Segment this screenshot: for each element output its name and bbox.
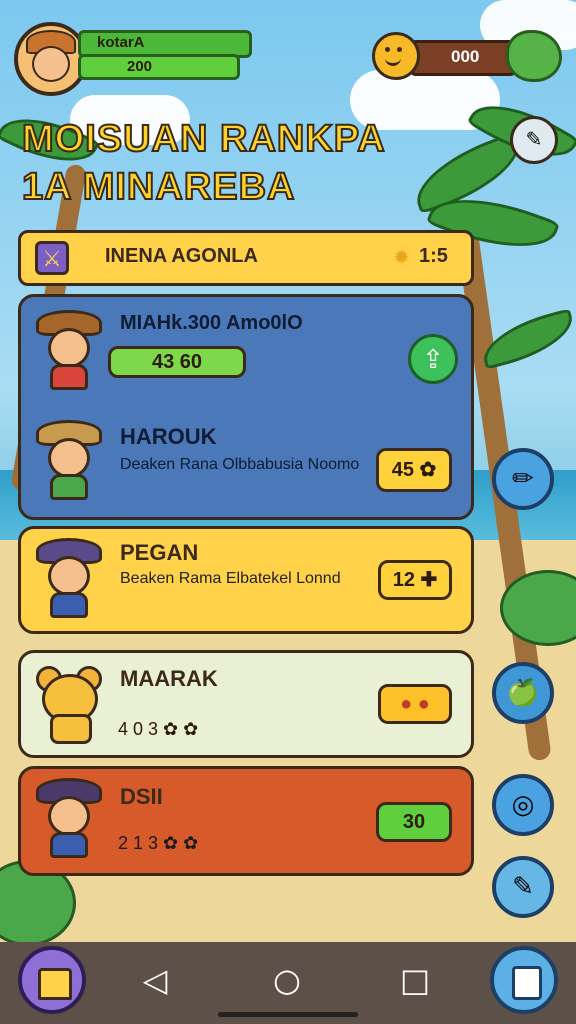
bear-avatar [36,666,102,744]
nav-recent-button[interactable]: □ [390,960,440,1000]
entry-name: DSII [120,784,163,809]
entry-stats: 4 0 3 ✿ ✿ [118,719,199,739]
score-badge[interactable]: 12 ✚ [378,560,452,600]
calculator-icon[interactable] [490,946,558,1014]
character-avatar [34,538,104,618]
leaderboard-header-label: INENA AGONLA [105,245,258,267]
entry-name: HAROUK [120,424,217,449]
share-icon[interactable]: ⇪ [408,334,458,384]
score-badge[interactable]: 30 [376,802,452,842]
page-title-line2: 1A MINAREBA [21,165,296,209]
player-avatar[interactable] [14,22,88,96]
coin-value: 000 [451,47,480,66]
brush-icon[interactable]: ✏ [492,448,554,510]
green-gem-icon[interactable] [506,30,562,82]
coin-counter: 000 [408,40,518,76]
player-name: kotarA [97,34,145,51]
xp-value: 200 [127,58,153,75]
score-badge[interactable]: ● ● [378,684,452,724]
smiley-coin-icon [372,32,420,80]
xp-bar: 200 [78,54,240,80]
entry-stats: 2 1 3 ✿ ✿ [118,833,199,853]
entry-subtitle: Deaken Rana Olbbabusia Noomo [120,456,360,473]
gesture-handle [218,1012,358,1017]
star-icon: ✹ [393,245,410,269]
home-icon[interactable] [18,946,86,1014]
compass-icon[interactable]: ◎ [492,774,554,836]
entry-name: MAARAK [120,666,218,691]
sword-icon: ⚔ [35,241,69,275]
character-avatar [34,310,104,390]
entry-name: MIAHk.300 Amo0lO [120,312,303,334]
score-badge: 43 60 [108,346,246,378]
nav-home-button[interactable]: ○ [262,960,312,1000]
leaderboard-header-score: 1:5 [419,245,448,267]
apple-icon[interactable]: 🍏 [492,662,554,724]
character-avatar [34,778,104,858]
chat-bubble-icon[interactable]: ✎ [510,116,558,164]
character-avatar [34,420,104,500]
avatar-face [32,46,70,82]
leaderboard-header: ⚔ INENA AGONLA ✹ 1:5 [18,230,474,286]
score-badge[interactable]: 45 ✿ [376,448,452,492]
entry-name: PEGAN [120,540,199,565]
page-title-line1: MOISUAN RANKPA [21,117,386,161]
notepad-icon[interactable]: ✎ [492,856,554,918]
entry-subtitle: Beaken Rama Elbatekel Lonnd [120,570,341,587]
nav-back-button[interactable]: ◁ [130,960,180,1000]
